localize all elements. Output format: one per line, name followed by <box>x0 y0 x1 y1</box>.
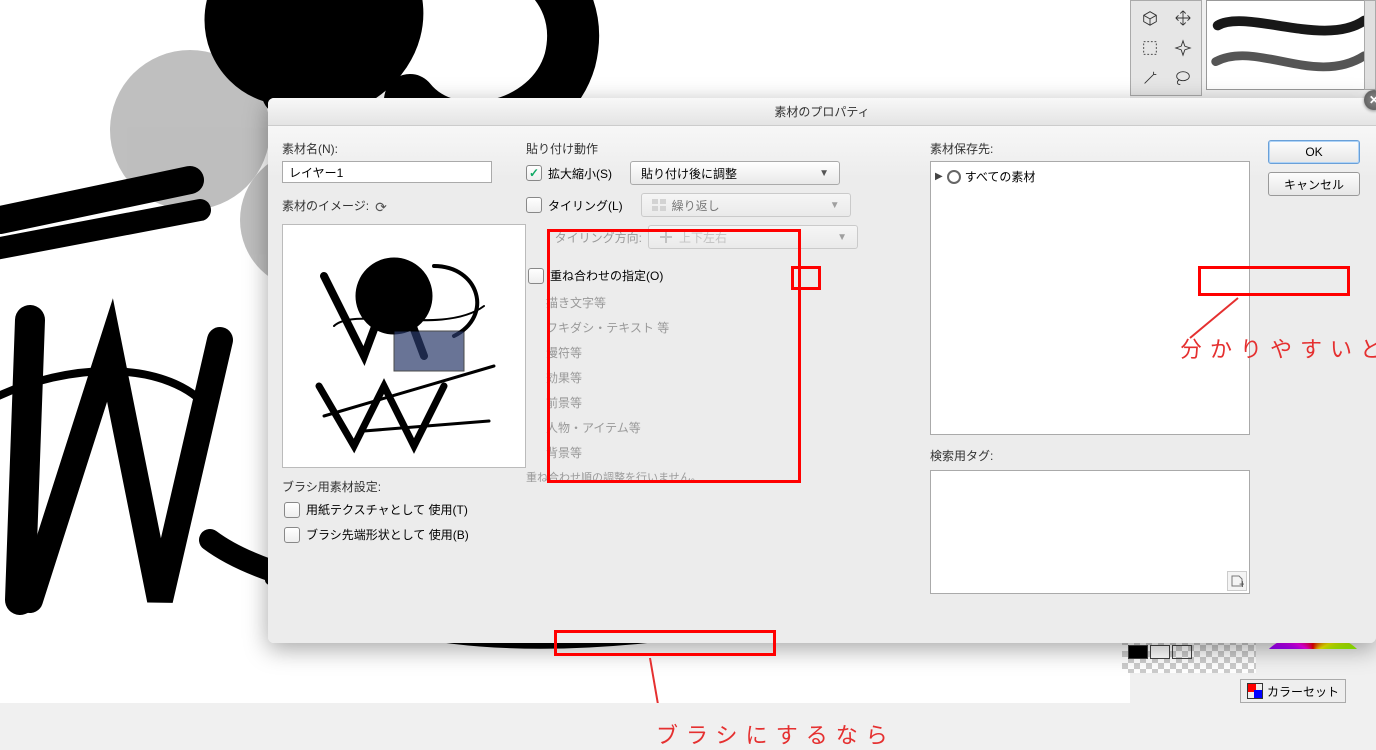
svg-text:+: + <box>1239 577 1244 588</box>
material-property-dialog: 素材のプロパティ ✕ 素材名(N): 素材のイメージ: ⟳ <box>268 98 1376 643</box>
overlap-list: 描き文字等 フキダシ・テキスト 等 漫符等 効果等 前景等 人物・アイテム等 背… <box>546 294 928 461</box>
add-tag-button[interactable]: + <box>1227 571 1247 591</box>
paste-mode-dropdown[interactable]: 貼り付け後に調整 ▼ <box>630 161 840 185</box>
move-tool-icon[interactable] <box>1167 4 1198 32</box>
use-as-texture-row[interactable]: 用紙テクスチャとして 使用(T) <box>282 499 532 520</box>
reload-icon[interactable]: ⟳ <box>375 199 387 216</box>
brush-preview-panel <box>1206 0 1376 90</box>
tiling-mode-value: 繰り返し <box>672 197 720 214</box>
chevron-down-icon: ▼ <box>837 232 847 243</box>
material-image-preview[interactable] <box>282 224 526 468</box>
tiling-mode-dropdown: 繰り返し ▼ <box>641 193 851 217</box>
overlap-item: 効果等 <box>546 369 928 386</box>
tree-root-label: すべての素材 <box>965 168 1036 185</box>
swatch[interactable] <box>1172 645 1192 659</box>
tag-box[interactable]: + <box>930 470 1250 594</box>
checkbox-icon[interactable] <box>284 502 300 518</box>
lasso-tool-icon[interactable] <box>1167 64 1198 92</box>
overlap-note: 重ね合わせ順の調整を行いません。 <box>526 469 928 485</box>
triangle-right-icon: ▶ <box>935 171 943 182</box>
use-as-brush-tip-label: ブラシ先端形状として 使用(B) <box>306 526 469 543</box>
: タイリング(L) <box>548 197 623 214</box>
overlap-item: 前景等 <box>546 394 928 411</box>
paste-mode-value: 貼り付け後に調整 <box>641 165 737 182</box>
dialog-title: 素材のプロパティ <box>774 103 869 120</box>
scale-checkbox[interactable] <box>526 165 542 181</box>
handwriting-tip: ブラシにするなら <box>656 718 896 750</box>
cancel-button[interactable]: キャンセル <box>1268 172 1360 196</box>
tiling-dir-value: 上下左右 <box>679 229 727 246</box>
use-as-brush-tip-row[interactable]: ブラシ先端形状として 使用(B) <box>282 524 532 545</box>
overlap-item: 漫符等 <box>546 344 928 361</box>
tree-root-item[interactable]: ▶ すべての素材 <box>935 166 1245 187</box>
swatch[interactable] <box>1150 645 1170 659</box>
overlap-item: 背景等 <box>546 444 928 461</box>
material-name-label: 素材名(N): <box>282 140 532 157</box>
preview-scrollbar[interactable] <box>1364 0 1376 90</box>
tag-label: 検索用タグ: <box>930 447 1250 464</box>
overlap-item: フキダシ・テキスト 等 <box>546 319 928 336</box>
chevron-down-icon: ▼ <box>830 200 840 211</box>
destination-tree[interactable]: ▶ すべての素材 <box>930 161 1250 435</box>
dialog-titlebar[interactable]: 素材のプロパティ <box>268 98 1376 126</box>
material-image-label: 素材のイメージ: <box>282 197 369 214</box>
tiling-dir-dropdown: 上下左右 ▼ <box>648 225 858 249</box>
tiling-checkbox[interactable] <box>526 197 542 213</box>
paste-behavior-label: 貼り付け動作 <box>526 140 928 157</box>
target-icon <box>947 170 961 184</box>
color-set-label: カラーセット <box>1267 683 1339 700</box>
overlap-item: 描き文字等 <box>546 294 928 311</box>
material-name-input[interactable] <box>282 161 492 183</box>
scale-label: 拡大縮小(S) <box>548 165 612 182</box>
overlap-checkbox[interactable] <box>528 268 544 284</box>
use-as-texture-label: 用紙テクスチャとして 使用(T) <box>306 501 468 518</box>
destination-label: 素材保存先: <box>930 140 1250 157</box>
wand-tool-icon[interactable] <box>1134 64 1165 92</box>
cube-tool-icon[interactable] <box>1134 4 1165 32</box>
swatch[interactable] <box>1128 645 1148 659</box>
tiling-dir-label: タイリング方向: <box>526 229 642 246</box>
color-set-panel-tab[interactable]: カラーセット <box>1240 679 1346 703</box>
overlap-item: 人物・アイテム等 <box>546 419 928 436</box>
checkbox-icon[interactable] <box>284 527 300 543</box>
chevron-down-icon: ▼ <box>819 168 829 179</box>
marquee-tool-icon[interactable] <box>1134 34 1165 62</box>
brush-settings-label: ブラシ用素材設定: <box>282 478 532 495</box>
color-set-icon <box>1247 683 1263 699</box>
sparkle-tool-icon[interactable] <box>1167 34 1198 62</box>
tool-grid <box>1130 0 1202 96</box>
overlap-label: 重ね合わせの指定(O) <box>550 267 663 284</box>
ok-button[interactable]: OK <box>1268 140 1360 164</box>
